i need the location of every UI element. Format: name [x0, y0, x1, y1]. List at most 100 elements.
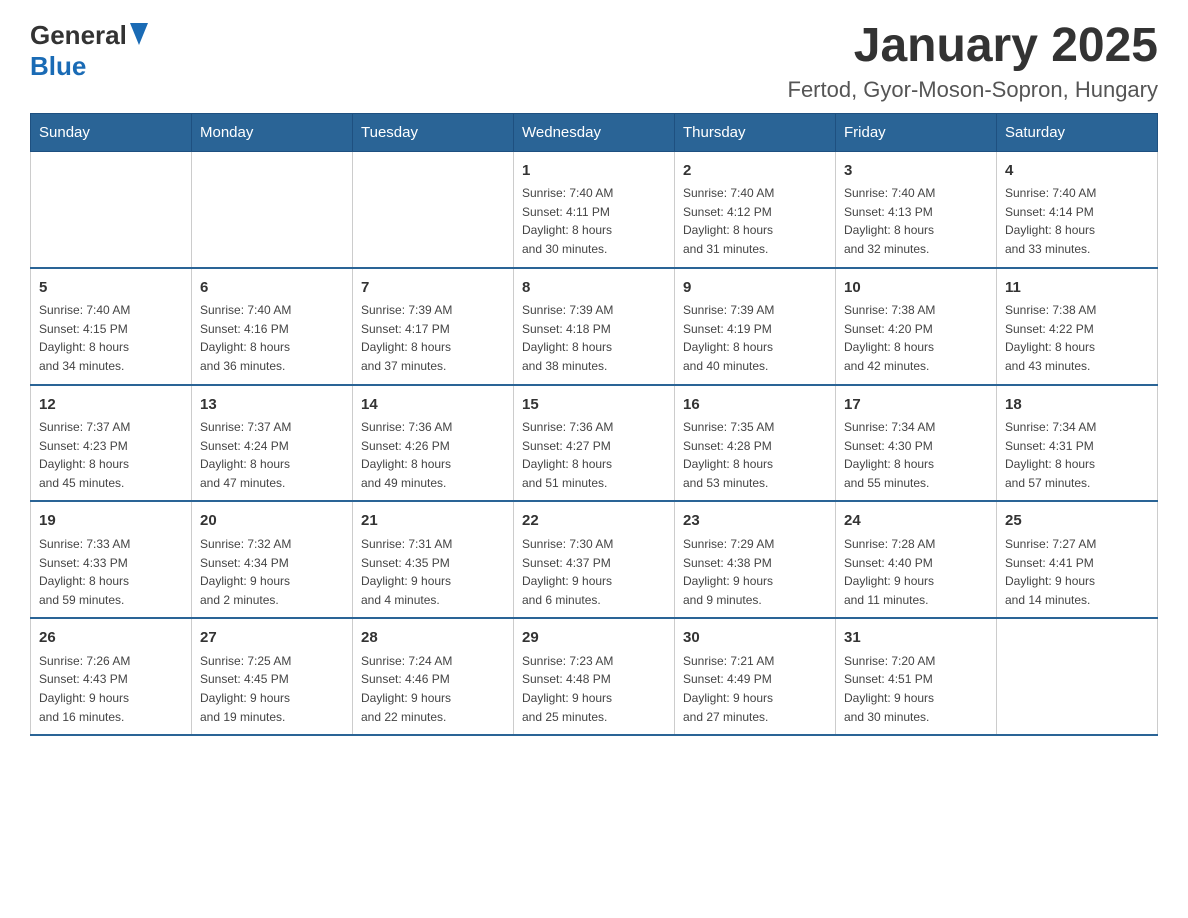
- calendar-cell-w0-d0: [31, 151, 192, 267]
- day-info: Sunrise: 7:38 AMSunset: 4:22 PMDaylight:…: [1005, 301, 1149, 375]
- day-number: 4: [1005, 160, 1149, 183]
- day-info: Sunrise: 7:39 AMSunset: 4:19 PMDaylight:…: [683, 301, 827, 375]
- header-saturday: Saturday: [997, 113, 1158, 151]
- calendar-cell-w0-d6: 4Sunrise: 7:40 AMSunset: 4:14 PMDaylight…: [997, 151, 1158, 267]
- calendar-cell-w2-d0: 12Sunrise: 7:37 AMSunset: 4:23 PMDayligh…: [31, 385, 192, 502]
- calendar-cell-w2-d6: 18Sunrise: 7:34 AMSunset: 4:31 PMDayligh…: [997, 385, 1158, 502]
- day-number: 26: [39, 627, 183, 650]
- logo-blue-text: Blue: [30, 51, 86, 81]
- day-number: 29: [522, 627, 666, 650]
- calendar-cell-w1-d3: 8Sunrise: 7:39 AMSunset: 4:18 PMDaylight…: [514, 268, 675, 385]
- day-info: Sunrise: 7:24 AMSunset: 4:46 PMDaylight:…: [361, 652, 505, 726]
- month-title: January 2025: [788, 20, 1159, 73]
- day-number: 6: [200, 277, 344, 300]
- day-number: 15: [522, 394, 666, 417]
- calendar-cell-w0-d2: [353, 151, 514, 267]
- day-info: Sunrise: 7:40 AMSunset: 4:16 PMDaylight:…: [200, 301, 344, 375]
- day-number: 19: [39, 510, 183, 533]
- day-number: 31: [844, 627, 988, 650]
- calendar-cell-w1-d6: 11Sunrise: 7:38 AMSunset: 4:22 PMDayligh…: [997, 268, 1158, 385]
- calendar-cell-w0-d1: [192, 151, 353, 267]
- calendar-cell-w1-d1: 6Sunrise: 7:40 AMSunset: 4:16 PMDaylight…: [192, 268, 353, 385]
- calendar-cell-w3-d5: 24Sunrise: 7:28 AMSunset: 4:40 PMDayligh…: [836, 501, 997, 618]
- day-number: 28: [361, 627, 505, 650]
- day-info: Sunrise: 7:33 AMSunset: 4:33 PMDaylight:…: [39, 535, 183, 609]
- day-number: 13: [200, 394, 344, 417]
- calendar-week-row-3: 19Sunrise: 7:33 AMSunset: 4:33 PMDayligh…: [31, 501, 1158, 618]
- day-number: 10: [844, 277, 988, 300]
- calendar-cell-w3-d0: 19Sunrise: 7:33 AMSunset: 4:33 PMDayligh…: [31, 501, 192, 618]
- day-info: Sunrise: 7:40 AMSunset: 4:13 PMDaylight:…: [844, 184, 988, 258]
- day-info: Sunrise: 7:35 AMSunset: 4:28 PMDaylight:…: [683, 418, 827, 492]
- day-info: Sunrise: 7:29 AMSunset: 4:38 PMDaylight:…: [683, 535, 827, 609]
- day-info: Sunrise: 7:40 AMSunset: 4:11 PMDaylight:…: [522, 184, 666, 258]
- calendar-week-row-1: 5Sunrise: 7:40 AMSunset: 4:15 PMDaylight…: [31, 268, 1158, 385]
- day-info: Sunrise: 7:25 AMSunset: 4:45 PMDaylight:…: [200, 652, 344, 726]
- day-info: Sunrise: 7:23 AMSunset: 4:48 PMDaylight:…: [522, 652, 666, 726]
- calendar-cell-w2-d1: 13Sunrise: 7:37 AMSunset: 4:24 PMDayligh…: [192, 385, 353, 502]
- calendar-cell-w0-d5: 3Sunrise: 7:40 AMSunset: 4:13 PMDaylight…: [836, 151, 997, 267]
- day-number: 9: [683, 277, 827, 300]
- calendar-cell-w2-d5: 17Sunrise: 7:34 AMSunset: 4:30 PMDayligh…: [836, 385, 997, 502]
- day-number: 5: [39, 277, 183, 300]
- day-info: Sunrise: 7:26 AMSunset: 4:43 PMDaylight:…: [39, 652, 183, 726]
- day-number: 8: [522, 277, 666, 300]
- day-info: Sunrise: 7:39 AMSunset: 4:18 PMDaylight:…: [522, 301, 666, 375]
- day-info: Sunrise: 7:34 AMSunset: 4:31 PMDaylight:…: [1005, 418, 1149, 492]
- calendar-cell-w4-d5: 31Sunrise: 7:20 AMSunset: 4:51 PMDayligh…: [836, 618, 997, 735]
- day-number: 20: [200, 510, 344, 533]
- calendar-cell-w1-d0: 5Sunrise: 7:40 AMSunset: 4:15 PMDaylight…: [31, 268, 192, 385]
- day-info: Sunrise: 7:28 AMSunset: 4:40 PMDaylight:…: [844, 535, 988, 609]
- day-info: Sunrise: 7:34 AMSunset: 4:30 PMDaylight:…: [844, 418, 988, 492]
- calendar-cell-w4-d2: 28Sunrise: 7:24 AMSunset: 4:46 PMDayligh…: [353, 618, 514, 735]
- day-number: 16: [683, 394, 827, 417]
- calendar-cell-w2-d3: 15Sunrise: 7:36 AMSunset: 4:27 PMDayligh…: [514, 385, 675, 502]
- calendar-cell-w4-d0: 26Sunrise: 7:26 AMSunset: 4:43 PMDayligh…: [31, 618, 192, 735]
- header-tuesday: Tuesday: [353, 113, 514, 151]
- header-sunday: Sunday: [31, 113, 192, 151]
- day-number: 17: [844, 394, 988, 417]
- header-wednesday: Wednesday: [514, 113, 675, 151]
- location-title: Fertod, Gyor-Moson-Sopron, Hungary: [788, 77, 1159, 103]
- day-info: Sunrise: 7:36 AMSunset: 4:27 PMDaylight:…: [522, 418, 666, 492]
- calendar-week-row-0: 1Sunrise: 7:40 AMSunset: 4:11 PMDaylight…: [31, 151, 1158, 267]
- day-number: 2: [683, 160, 827, 183]
- day-number: 24: [844, 510, 988, 533]
- day-number: 21: [361, 510, 505, 533]
- header-monday: Monday: [192, 113, 353, 151]
- calendar-week-row-4: 26Sunrise: 7:26 AMSunset: 4:43 PMDayligh…: [31, 618, 1158, 735]
- day-info: Sunrise: 7:37 AMSunset: 4:23 PMDaylight:…: [39, 418, 183, 492]
- day-info: Sunrise: 7:21 AMSunset: 4:49 PMDaylight:…: [683, 652, 827, 726]
- calendar-cell-w3-d6: 25Sunrise: 7:27 AMSunset: 4:41 PMDayligh…: [997, 501, 1158, 618]
- day-number: 22: [522, 510, 666, 533]
- day-number: 1: [522, 160, 666, 183]
- day-info: Sunrise: 7:32 AMSunset: 4:34 PMDaylight:…: [200, 535, 344, 609]
- calendar-cell-w4-d1: 27Sunrise: 7:25 AMSunset: 4:45 PMDayligh…: [192, 618, 353, 735]
- title-section: January 2025 Fertod, Gyor-Moson-Sopron, …: [788, 20, 1159, 103]
- calendar-cell-w1-d4: 9Sunrise: 7:39 AMSunset: 4:19 PMDaylight…: [675, 268, 836, 385]
- calendar-table: Sunday Monday Tuesday Wednesday Thursday…: [30, 113, 1158, 736]
- day-info: Sunrise: 7:40 AMSunset: 4:15 PMDaylight:…: [39, 301, 183, 375]
- calendar-cell-w2-d4: 16Sunrise: 7:35 AMSunset: 4:28 PMDayligh…: [675, 385, 836, 502]
- day-number: 23: [683, 510, 827, 533]
- calendar-cell-w3-d4: 23Sunrise: 7:29 AMSunset: 4:38 PMDayligh…: [675, 501, 836, 618]
- day-number: 3: [844, 160, 988, 183]
- day-number: 11: [1005, 277, 1149, 300]
- day-info: Sunrise: 7:20 AMSunset: 4:51 PMDaylight:…: [844, 652, 988, 726]
- calendar-header-row: Sunday Monday Tuesday Wednesday Thursday…: [31, 113, 1158, 151]
- calendar-cell-w0-d3: 1Sunrise: 7:40 AMSunset: 4:11 PMDaylight…: [514, 151, 675, 267]
- day-info: Sunrise: 7:36 AMSunset: 4:26 PMDaylight:…: [361, 418, 505, 492]
- logo-triangle-icon: [130, 23, 148, 45]
- day-info: Sunrise: 7:27 AMSunset: 4:41 PMDaylight:…: [1005, 535, 1149, 609]
- calendar-cell-w4-d3: 29Sunrise: 7:23 AMSunset: 4:48 PMDayligh…: [514, 618, 675, 735]
- calendar-cell-w3-d2: 21Sunrise: 7:31 AMSunset: 4:35 PMDayligh…: [353, 501, 514, 618]
- day-info: Sunrise: 7:39 AMSunset: 4:17 PMDaylight:…: [361, 301, 505, 375]
- day-info: Sunrise: 7:40 AMSunset: 4:14 PMDaylight:…: [1005, 184, 1149, 258]
- calendar-cell-w3-d3: 22Sunrise: 7:30 AMSunset: 4:37 PMDayligh…: [514, 501, 675, 618]
- day-number: 18: [1005, 394, 1149, 417]
- calendar-cell-w0-d4: 2Sunrise: 7:40 AMSunset: 4:12 PMDaylight…: [675, 151, 836, 267]
- day-info: Sunrise: 7:37 AMSunset: 4:24 PMDaylight:…: [200, 418, 344, 492]
- calendar-cell-w1-d5: 10Sunrise: 7:38 AMSunset: 4:20 PMDayligh…: [836, 268, 997, 385]
- day-number: 30: [683, 627, 827, 650]
- logo: General Blue: [30, 20, 148, 82]
